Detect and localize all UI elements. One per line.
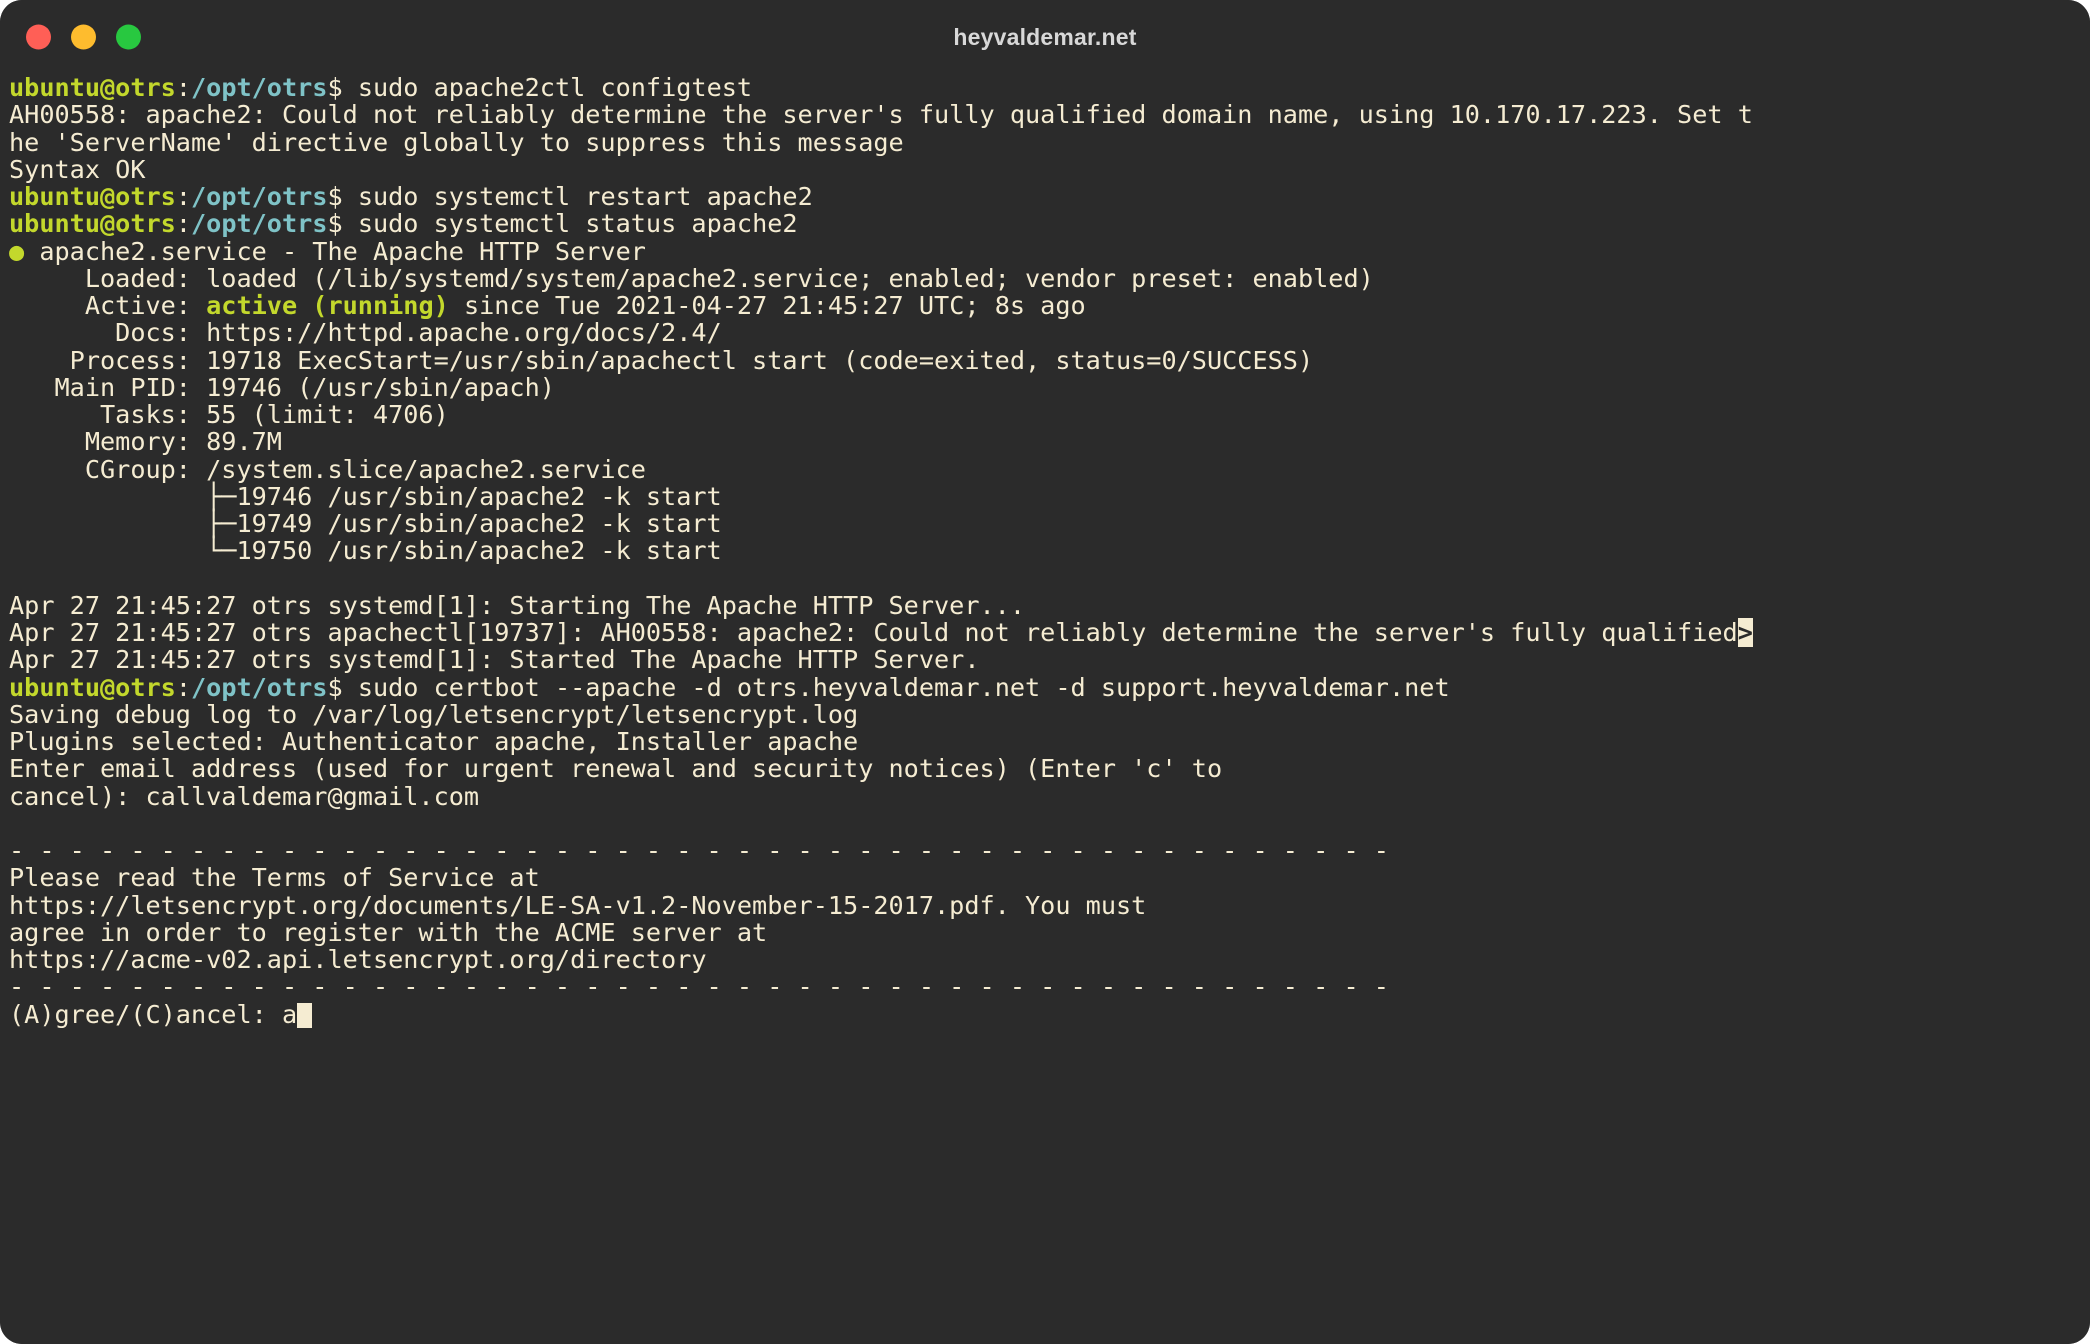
terminal-output-line-truncated: Apr 27 21:45:27 otrs apachectl[19737]: A… — [9, 618, 2090, 647]
prompt-cwd: /opt/otrs — [190, 74, 328, 102]
prompt-colon: : — [175, 672, 191, 702]
terminal-output-text: ├─19749 /usr/sbin/apache2 -k start — [9, 509, 722, 538]
terminal-output-line: ├─19749 /usr/sbin/apache2 -k start — [9, 510, 2090, 537]
terminal-output-line: Enter email address (used for urgent ren… — [9, 755, 2090, 782]
terminal-command-text: sudo certbot --apache -d otrs.heyvaldema… — [357, 672, 1450, 702]
prompt-cwd: /opt/otrs — [190, 209, 328, 239]
terminal-output-text: Memory: 89.7M — [9, 427, 282, 457]
terminal-output-text: Main PID: 19746 (/usr/sbin/apach) — [9, 372, 555, 402]
terminal-command-text: sudo systemctl status apache2 — [357, 209, 798, 239]
terminal-output-text: - - - - - - - - - - - - - - - - - - - - … — [9, 836, 1389, 865]
terminal-output-text: https://letsencrypt.org/documents/LE-SA-… — [9, 890, 1147, 920]
prompt-colon: : — [175, 209, 191, 239]
terminal-output-line: Docs: https://httpd.apache.org/docs/2.4/ — [9, 319, 2090, 346]
terminal-output-line: he 'ServerName' directive globally to su… — [9, 127, 2090, 157]
active-label: Active: — [9, 291, 207, 320]
terminal-output-area[interactable]: ubuntu@otrs:/opt/otrs$ sudo apache2ctl c… — [0, 74, 2090, 1344]
terminal-output-line: cancel): callvaldemar@gmail.com — [9, 781, 2090, 811]
terminal-output-line: Main PID: 19746 (/usr/sbin/apach) — [9, 374, 2090, 401]
prompt-colon: : — [175, 74, 191, 102]
terminal-output-line: Apr 27 21:45:27 otrs systemd[1]: Started… — [9, 646, 2090, 673]
terminal-command-text: sudo apache2ctl configtest — [357, 74, 753, 102]
terminal-output-line: agree in order to register with the ACME… — [9, 919, 2090, 946]
terminal-output-text: Docs: https://httpd.apache.org/docs/2.4/ — [9, 318, 722, 348]
terminal-output-line: https://acme-v02.api.letsencrypt.org/dir… — [9, 946, 2090, 973]
prompt-sigil: $ — [327, 209, 358, 239]
terminal-output-text: Process: 19718 ExecStart=/usr/sbin/apach… — [9, 345, 1314, 375]
terminal-command-line: ubuntu@otrs:/opt/otrs$ sudo systemctl re… — [9, 183, 2090, 210]
terminal-output-text: Enter email address (used for urgent ren… — [9, 754, 1223, 784]
terminal-output-line: ├─19746 /usr/sbin/apache2 -k start — [9, 483, 2090, 510]
terminal-output-line: Tasks: 55 (limit: 4706) — [9, 401, 2090, 428]
prompt-cwd: /opt/otrs — [190, 182, 328, 211]
terminal-output-line: Memory: 89.7M — [9, 428, 2090, 455]
window-title: heyvaldemar.net — [953, 23, 1137, 50]
terminal-output-text: Apr 27 21:45:27 otrs systemd[1]: Started… — [9, 645, 980, 675]
terminal-output-line: Plugins selected: Authenticator apache, … — [9, 728, 2090, 755]
terminal-output-text: Tasks: 55 (limit: 4706) — [9, 400, 449, 429]
terminal-output-text: he 'ServerName' directive globally to su… — [9, 127, 904, 157]
truncation-marker-icon: > — [1737, 618, 1753, 647]
terminal-output-text: cancel): callvaldemar@gmail.com — [9, 781, 480, 811]
text-cursor — [297, 1002, 313, 1028]
prompt-sigil: $ — [327, 182, 358, 211]
prompt-sigil: $ — [327, 74, 358, 102]
window-titlebar: heyvaldemar.net — [0, 0, 2090, 74]
terminal-output-text: Please read the Terms of Service at — [9, 863, 540, 893]
terminal-output-text: AH00558: apache2: Could not reliably det… — [9, 100, 1753, 130]
terminal-output-text: agree in order to register with the ACME… — [9, 917, 768, 947]
prompt-user-host: ubuntu@otrs — [9, 182, 176, 211]
terminal-command-line: ubuntu@otrs:/opt/otrs$ sudo systemctl st… — [9, 210, 2090, 237]
terminal-output-text: Syntax OK — [9, 154, 146, 184]
terminal-output-line: Process: 19718 ExecStart=/usr/sbin/apach… — [9, 345, 2090, 375]
terminal-output-text: Plugins selected: Authenticator apache, … — [9, 727, 859, 756]
terminal-output-line: Please read the Terms of Service at — [9, 864, 2090, 891]
service-active-line: Active: active (running) since Tue 2021-… — [9, 292, 2090, 319]
terminal-output-line: https://letsencrypt.org/documents/LE-SA-… — [9, 890, 2090, 920]
prompt-colon: : — [175, 182, 191, 211]
terminal-output-line: AH00558: apache2: Could not reliably det… — [9, 101, 2090, 128]
active-since-text: since Tue 2021-04-27 21:45:27 UTC; 8s ag… — [448, 291, 1086, 320]
terminal-command-line: ubuntu@otrs:/opt/otrs$ sudo apache2ctl c… — [9, 74, 2090, 101]
terminal-output-line: Loaded: loaded (/lib/systemd/system/apac… — [9, 265, 2090, 292]
terminal-input-prompt-line[interactable]: (A)gree/(C)ancel: a — [9, 999, 2090, 1029]
terminal-output-line: - - - - - - - - - - - - - - - - - - - - … — [9, 837, 2090, 864]
terminal-output-text: Loaded: loaded (/lib/systemd/system/apac… — [9, 263, 1374, 293]
service-status-line: ● apache2.service - The Apache HTTP Serv… — [9, 236, 2090, 266]
terminal-window: heyvaldemar.net ubuntu@otrs:/opt/otrs$ s… — [0, 0, 2090, 1344]
terminal-output-text: Apr 27 21:45:27 otrs systemd[1]: Startin… — [9, 590, 1025, 620]
terminal-output-text: CGroup: /system.slice/apache2.service — [9, 454, 646, 484]
terminal-output-text: └─19750 /usr/sbin/apache2 -k start — [9, 536, 722, 566]
terminal-command-text: sudo systemctl restart apache2 — [357, 182, 813, 211]
terminal-output-line: Apr 27 21:45:27 otrs systemd[1]: Startin… — [9, 592, 2090, 619]
terminal-output-text: Apr 27 21:45:27 otrs apachectl[19737]: A… — [9, 618, 1738, 647]
terminal-command-line: ubuntu@otrs:/opt/otrs$ sudo certbot --ap… — [9, 672, 2090, 702]
terminal-output-line: └─19750 /usr/sbin/apache2 -k start — [9, 537, 2090, 564]
prompt-user-host: ubuntu@otrs — [9, 672, 176, 702]
input-typed-value: a — [281, 999, 298, 1029]
terminal-output-text: Saving debug log to /var/log/letsencrypt… — [9, 699, 859, 729]
terminal-output-text: ├─19746 /usr/sbin/apache2 -k start — [9, 481, 722, 511]
prompt-user-host: ubuntu@otrs — [9, 209, 176, 239]
terminal-output-text: https://acme-v02.api.letsencrypt.org/dir… — [9, 945, 707, 974]
prompt-sigil: $ — [327, 672, 358, 702]
terminal-output-text: - - - - - - - - - - - - - - - - - - - - … — [9, 972, 1389, 1002]
active-state-value: active (running) — [206, 291, 449, 320]
prompt-user-host: ubuntu@otrs — [9, 74, 176, 102]
terminal-output-line: Saving debug log to /var/log/letsencrypt… — [9, 701, 2090, 728]
input-prompt-label: (A)gree/(C)ancel: — [9, 999, 282, 1029]
prompt-cwd: /opt/otrs — [190, 672, 328, 702]
terminal-output-line: CGroup: /system.slice/apache2.service — [9, 454, 2090, 484]
status-dot-icon: ● — [9, 236, 25, 266]
terminal-output-line: - - - - - - - - - - - - - - - - - - - - … — [9, 973, 2090, 1000]
service-status-text: apache2.service - The Apache HTTP Server — [24, 236, 646, 266]
terminal-output-line: Syntax OK — [9, 156, 2090, 183]
